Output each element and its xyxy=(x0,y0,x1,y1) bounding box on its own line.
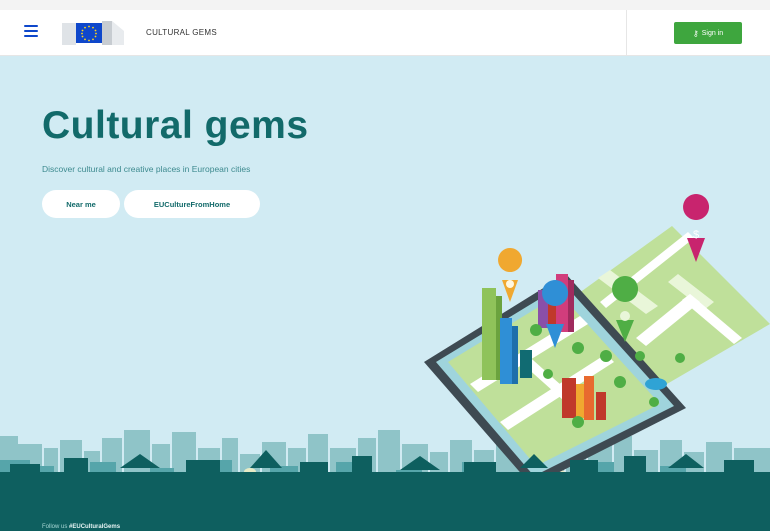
sign-in-button[interactable]: ⚷ Sign in xyxy=(674,22,742,44)
key-icon: ⚷ xyxy=(692,28,699,38)
european-commission-logo[interactable] xyxy=(62,17,124,49)
pin-orange xyxy=(498,248,523,302)
page-title: Cultural gems xyxy=(42,104,309,147)
near-me-button[interactable]: Near me xyxy=(42,190,120,218)
hamburger-menu-icon[interactable] xyxy=(24,25,38,39)
follow-prefix: Follow us xyxy=(42,524,68,530)
eu-culture-from-home-button[interactable]: EUCultureFromHome xyxy=(124,190,260,218)
svg-text:$: $ xyxy=(693,229,699,241)
hashtag-link[interactable]: #EUCulturalGems xyxy=(69,524,120,530)
site-title[interactable]: CULTURAL GEMS xyxy=(146,28,217,37)
site-header: CULTURAL GEMS ⚷ Sign in xyxy=(0,10,770,56)
hero-subtitle: Discover cultural and creative places in… xyxy=(42,164,251,174)
sign-in-label: Sign in xyxy=(701,29,724,37)
header-divider xyxy=(626,10,627,56)
browser-top-strip xyxy=(0,0,770,10)
footer-follow-text: Follow us #EUCulturalGems xyxy=(42,524,120,530)
hero-section: $ Cultural gems Discover cultural and cr… xyxy=(0,56,770,531)
